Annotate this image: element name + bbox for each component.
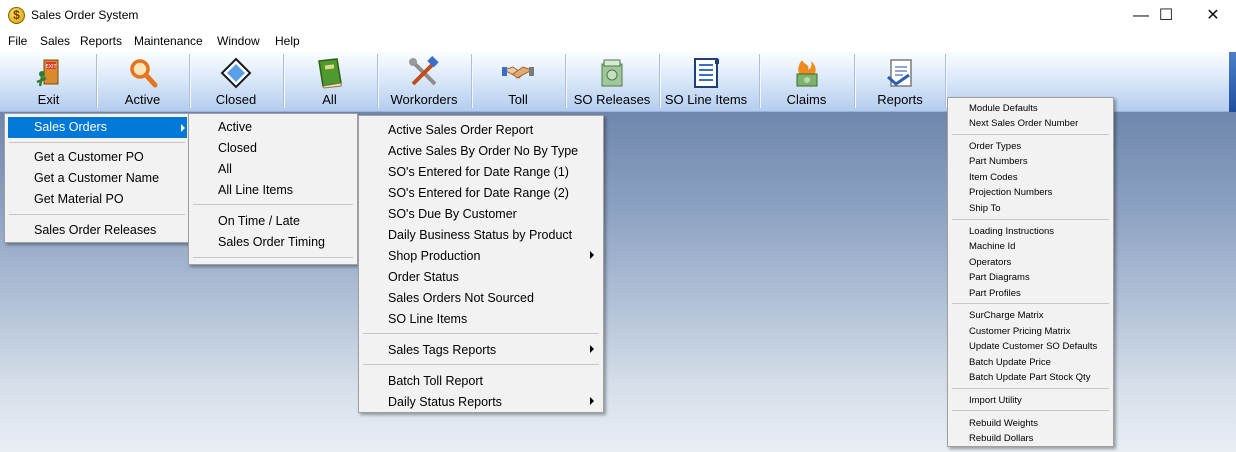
reports-submenu: Active Sales Order Report Active Sales B… [358, 115, 604, 413]
menu-maintenance[interactable]: Maintenance [134, 34, 203, 48]
workorders-button[interactable]: Workorders [377, 52, 471, 110]
claims-button[interactable]: Claims [759, 52, 854, 110]
menu-item-get-customer-name[interactable]: Get a Customer Name [34, 171, 159, 185]
tools-icon [409, 56, 439, 86]
menu-item-closed[interactable]: Closed [218, 141, 257, 155]
menu-item-sales-order-timing[interactable]: Sales Order Timing [218, 235, 325, 249]
menu-item-item-codes[interactable]: Item Codes [969, 172, 1018, 183]
menu-item-module-defaults[interactable]: Module Defaults [969, 103, 1038, 114]
active-button[interactable]: Active [96, 52, 189, 110]
exit-door-icon: EXIT [36, 59, 58, 87]
menu-item-import-utility[interactable]: Import Utility [969, 395, 1022, 406]
maximize-button[interactable]: ☐ [1143, 0, 1189, 31]
sales-menu: Sales Orders Get a Customer PO Get a Cus… [4, 113, 190, 243]
menu-item-daily-business-status[interactable]: Daily Business Status by Product [388, 228, 572, 242]
menu-item-order-status[interactable]: Order Status [388, 270, 459, 284]
menu-item-surcharge-matrix[interactable]: SurCharge Matrix [969, 310, 1043, 321]
so-line-items-button[interactable]: SO Line Items [659, 52, 753, 110]
handshake-icon [502, 66, 534, 79]
toolbar-label: All [322, 92, 337, 107]
exit-button[interactable]: EXIT Exit [2, 52, 95, 110]
menu-item-batch-update-price[interactable]: Batch Update Price [969, 357, 1051, 368]
menu-item-next-sales-order-number[interactable]: Next Sales Order Number [969, 118, 1078, 129]
menu-item-sales-orders-not-sourced[interactable]: Sales Orders Not Sourced [388, 291, 534, 305]
menu-item-operators[interactable]: Operators [969, 257, 1011, 268]
menu-item-active-sales-order-report[interactable]: Active Sales Order Report [388, 123, 533, 137]
toolbar-label: SO Line Items [664, 92, 748, 107]
menu-item-order-types[interactable]: Order Types [969, 141, 1021, 152]
menu-item-part-profiles[interactable]: Part Profiles [969, 288, 1021, 299]
submenu-arrow-icon [590, 251, 594, 259]
menu-item-batch-update-part-stock-qty[interactable]: Batch Update Part Stock Qty [969, 372, 1090, 383]
menu-sales[interactable]: Sales [40, 34, 70, 48]
menu-item-so-entered-range-2[interactable]: SO's Entered for Date Range (2) [388, 186, 569, 200]
menu-item-get-material-po[interactable]: Get Material PO [34, 192, 124, 206]
menu-item-rebuild-dollars[interactable]: Rebuild Dollars [969, 433, 1033, 444]
dollar-coin-icon: $ [8, 7, 25, 24]
toolbar-label: Workorders [390, 92, 458, 107]
diamond-icon [220, 57, 252, 89]
toolbar-label: Toll [508, 92, 528, 107]
menu-item-so-due-by-customer[interactable]: SO's Due By Customer [388, 207, 517, 221]
menu-item-sales-orders[interactable]: Sales Orders [8, 117, 187, 138]
so-releases-button[interactable]: SO Releases [565, 52, 659, 110]
toolbar-label: SO Releases [573, 92, 651, 107]
menu-item-part-diagrams[interactable]: Part Diagrams [969, 272, 1030, 283]
menu-item-get-customer-po[interactable]: Get a Customer PO [34, 150, 144, 164]
menu-item-active-sales-by-order-no[interactable]: Active Sales By Order No By Type [388, 144, 578, 158]
title-bar: $ Sales Order System — ☐ ✕ [0, 0, 1236, 31]
reports-button[interactable]: Reports [854, 52, 946, 110]
menu-item-projection-numbers[interactable]: Projection Numbers [969, 187, 1052, 198]
menu-item-sales-tags-reports[interactable]: Sales Tags Reports [388, 343, 496, 357]
document-list-icon [694, 58, 719, 88]
menu-item-part-numbers[interactable]: Part Numbers [969, 156, 1028, 167]
menu-item-all-line-items[interactable]: All Line Items [218, 183, 293, 197]
menu-window[interactable]: Window [217, 34, 260, 48]
all-button[interactable]: All [283, 52, 376, 110]
toolbar-label: Reports [877, 92, 923, 107]
magnifier-icon [129, 59, 157, 88]
menu-item-shop-production[interactable]: Shop Production [388, 249, 480, 263]
menu-item-on-time-late[interactable]: On Time / Late [218, 214, 300, 228]
menu-item-label: Sales Orders [34, 120, 107, 134]
submenu-arrow-icon [181, 124, 185, 132]
menu-bar: File Sales Reports Maintenance Window He… [0, 31, 1236, 52]
toolbar-label: Active [124, 92, 161, 107]
menu-item-daily-status-reports[interactable]: Daily Status Reports [388, 395, 502, 409]
menu-item-customer-pricing-matrix[interactable]: Customer Pricing Matrix [969, 326, 1070, 337]
toolbar-label: Exit [37, 92, 60, 107]
menu-item-all[interactable]: All [218, 162, 232, 176]
submenu-arrow-icon [590, 397, 594, 405]
menu-file[interactable]: File [8, 34, 27, 48]
toll-button[interactable]: Toll [471, 52, 565, 110]
menu-item-update-customer-so-defaults[interactable]: Update Customer SO Defaults [969, 341, 1097, 352]
report-icon [887, 59, 912, 87]
closed-button[interactable]: Closed [189, 52, 283, 110]
maintenance-menu: Module Defaults Next Sales Order Number … [947, 97, 1114, 447]
menu-help[interactable]: Help [275, 34, 300, 48]
sales-orders-submenu: Active Closed All All Line Items On Time… [188, 113, 358, 265]
menu-item-so-entered-range-1[interactable]: SO's Entered for Date Range (1) [388, 165, 569, 179]
menu-item-ship-to[interactable]: Ship To [969, 203, 1001, 214]
menu-item-batch-toll-report[interactable]: Batch Toll Report [388, 374, 483, 388]
close-button[interactable]: ✕ [1190, 0, 1236, 31]
menu-item-sales-order-releases[interactable]: Sales Order Releases [34, 223, 156, 237]
menu-item-so-line-items[interactable]: SO Line Items [388, 312, 467, 326]
toolbar-label: Closed [215, 92, 257, 107]
menu-item-machine-id[interactable]: Machine Id [969, 241, 1015, 252]
svg-text:EXIT: EXIT [45, 64, 57, 70]
toolbar-label: Claims [786, 92, 827, 107]
menu-item-active[interactable]: Active [218, 120, 252, 134]
toolbar-edge [1229, 52, 1236, 112]
money-fire-icon [796, 60, 817, 87]
window-title: Sales Order System [31, 8, 139, 22]
submenu-arrow-icon [590, 345, 594, 353]
menu-item-loading-instructions[interactable]: Loading Instructions [969, 226, 1054, 237]
green-book-icon [317, 58, 342, 89]
menu-item-rebuild-weights[interactable]: Rebuild Weights [969, 418, 1038, 429]
money-stack-icon [601, 59, 623, 87]
menu-reports[interactable]: Reports [80, 34, 122, 48]
